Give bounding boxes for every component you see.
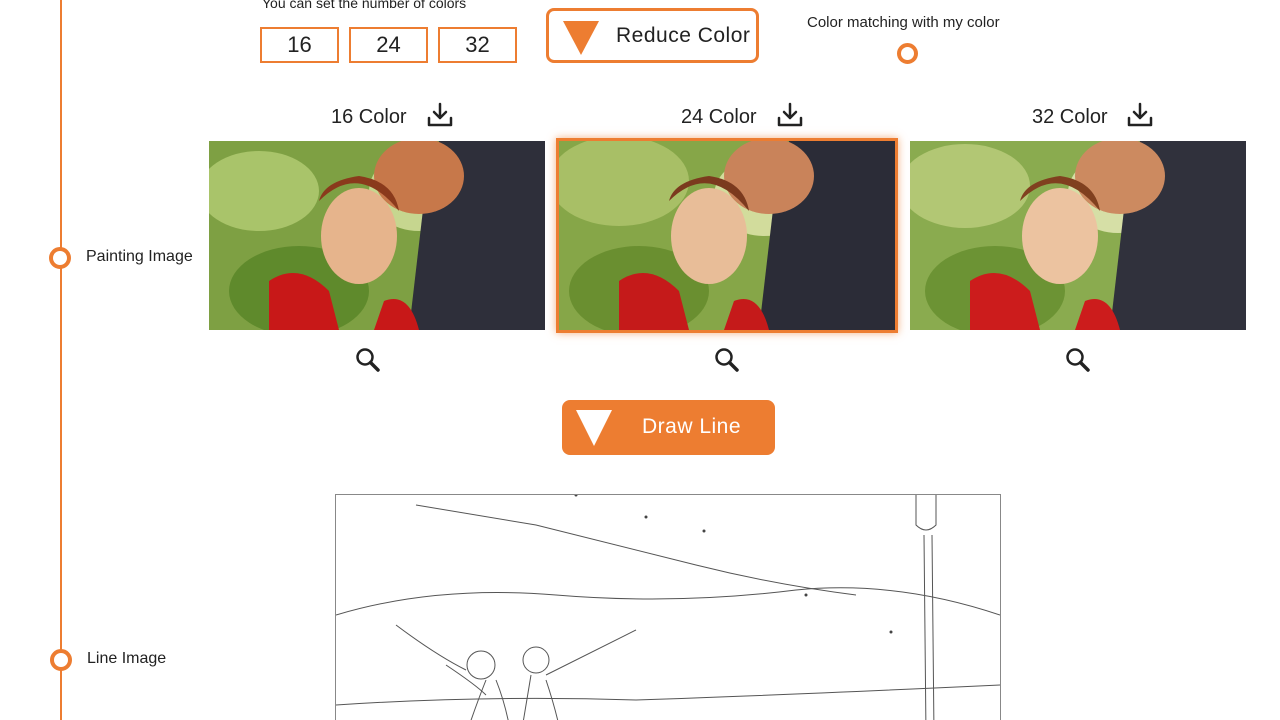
painting-image-label: Painting Image xyxy=(86,248,193,265)
color-matching-toggle[interactable] xyxy=(897,43,918,64)
download-icon[interactable] xyxy=(427,102,453,128)
timeline-node-painting xyxy=(49,247,71,269)
column-title-16: 16 Color xyxy=(331,106,407,128)
download-icon[interactable] xyxy=(1127,102,1153,128)
reduce-color-label: Reduce Color xyxy=(616,24,751,47)
triangle-down-icon xyxy=(563,21,599,55)
painting-image-16-graphic xyxy=(209,141,545,330)
column-title-24: 24 Color xyxy=(681,106,757,128)
zoom-icon[interactable] xyxy=(714,347,740,373)
line-image-label: Line Image xyxy=(87,650,167,667)
painting-image-24[interactable] xyxy=(559,141,895,330)
line-image-graphic xyxy=(336,495,1000,720)
download-icon[interactable] xyxy=(777,102,803,128)
color-count-hint: You can set the number of colors xyxy=(262,0,467,11)
color-matching-label: Color matching with my color xyxy=(807,14,1000,31)
draw-line-label: Draw Line xyxy=(642,415,742,438)
color-count-24[interactable]: 24 xyxy=(349,27,428,63)
timeline-line xyxy=(60,0,62,720)
painting-image-16[interactable] xyxy=(209,141,545,330)
painting-image-24-graphic xyxy=(559,141,895,330)
color-count-16[interactable]: 16 xyxy=(260,27,339,63)
reduce-color-button[interactable]: Reduce Color xyxy=(546,8,759,63)
line-image[interactable] xyxy=(335,494,1001,720)
column-title-32: 32 Color xyxy=(1032,106,1108,128)
zoom-icon[interactable] xyxy=(1065,347,1091,373)
zoom-icon[interactable] xyxy=(355,347,381,373)
color-count-32[interactable]: 32 xyxy=(438,27,517,63)
timeline-node-line xyxy=(50,649,72,671)
page: Painting Image Line Image You can set th… xyxy=(0,0,1280,720)
painting-image-32-graphic xyxy=(910,141,1246,330)
painting-image-32[interactable] xyxy=(910,141,1246,330)
draw-line-button[interactable]: Draw Line xyxy=(562,400,775,455)
triangle-down-icon xyxy=(576,410,612,446)
